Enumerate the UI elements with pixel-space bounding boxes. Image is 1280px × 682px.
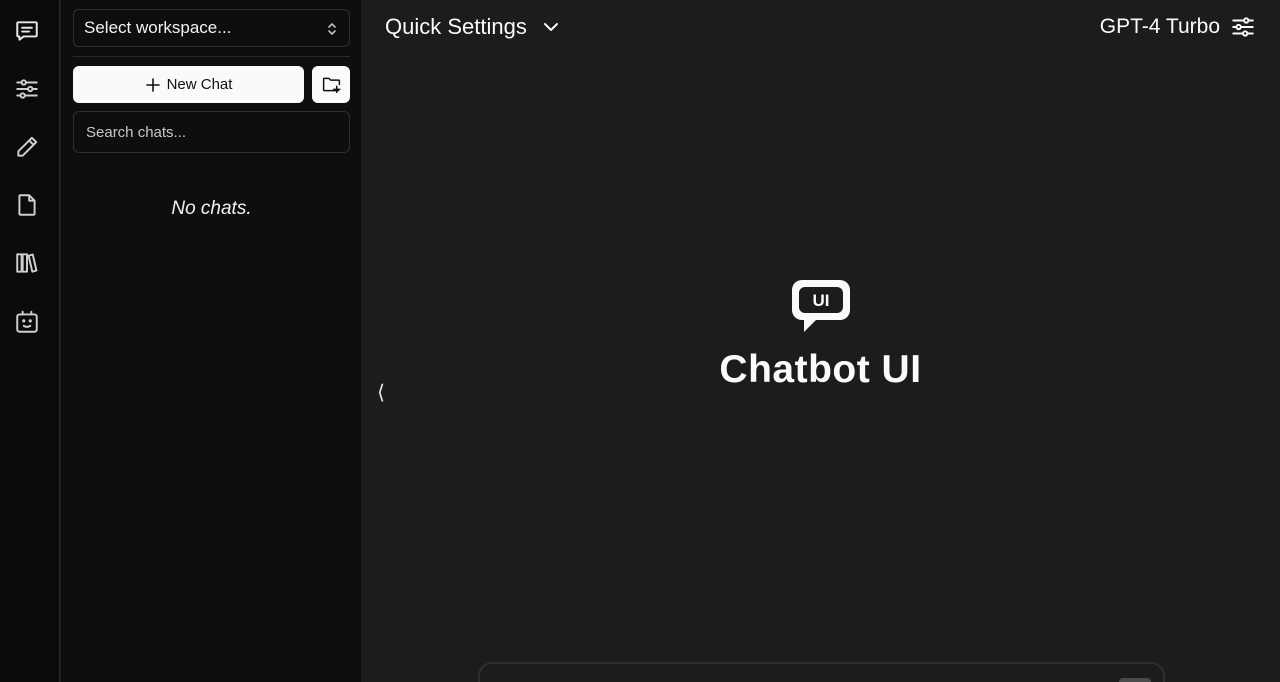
empty-chats-message: No chats. [171,198,252,219]
model-settings-button[interactable]: GPT-4 Turbo [1100,12,1256,42]
new-chat-button[interactable]: New Chat [73,66,304,103]
logo-text: UI [812,291,829,310]
icon-rail [0,0,60,682]
plus-icon [145,77,160,92]
assistants-nav-button[interactable] [13,308,41,336]
prompts-nav-button[interactable] [13,133,41,161]
file-icon [18,194,36,216]
chat-main: Quick Settings GPT-4 Turbo ⟨ UI Chatbot … [361,0,1280,682]
chevrons-up-down-icon [328,23,336,35]
quick-settings-label: Quick Settings [385,14,527,39]
chats-nav-button[interactable] [13,17,41,45]
chevron-down-icon [543,23,558,31]
adjustments-icon [1232,17,1254,37]
quick-settings-dropdown[interactable]: Quick Settings [385,12,561,42]
collections-nav-button[interactable] [13,249,41,277]
sliders-icon [16,79,38,99]
search-chats-input[interactable] [73,111,350,153]
folder-plus-icon [322,77,341,94]
new-folder-button[interactable] [312,66,350,103]
brand-block: UI Chatbot UI [361,278,1280,392]
chats-sidebar: Select workspace... New Chat No chats. [61,0,361,682]
model-label: GPT-4 Turbo [1099,15,1220,38]
workspace-select-value: Select workspace... [84,18,232,37]
chat-input-box[interactable] [478,662,1165,682]
app-window: Select workspace... New Chat No chats. Q… [0,0,1280,682]
sidebar-divider [73,56,350,57]
presets-nav-button[interactable] [13,75,41,103]
pencil-icon [17,136,38,157]
brand-title: Chatbot UI [719,348,922,391]
new-chat-label: New Chat [166,76,233,93]
send-button[interactable] [1119,678,1151,682]
message-square-icon [16,21,38,41]
workspace-select[interactable]: Select workspace... [73,9,350,47]
books-icon [16,253,38,273]
robot-icon [16,310,38,333]
chatbot-ui-logo: UI [791,280,850,332]
files-nav-button[interactable] [13,191,41,219]
